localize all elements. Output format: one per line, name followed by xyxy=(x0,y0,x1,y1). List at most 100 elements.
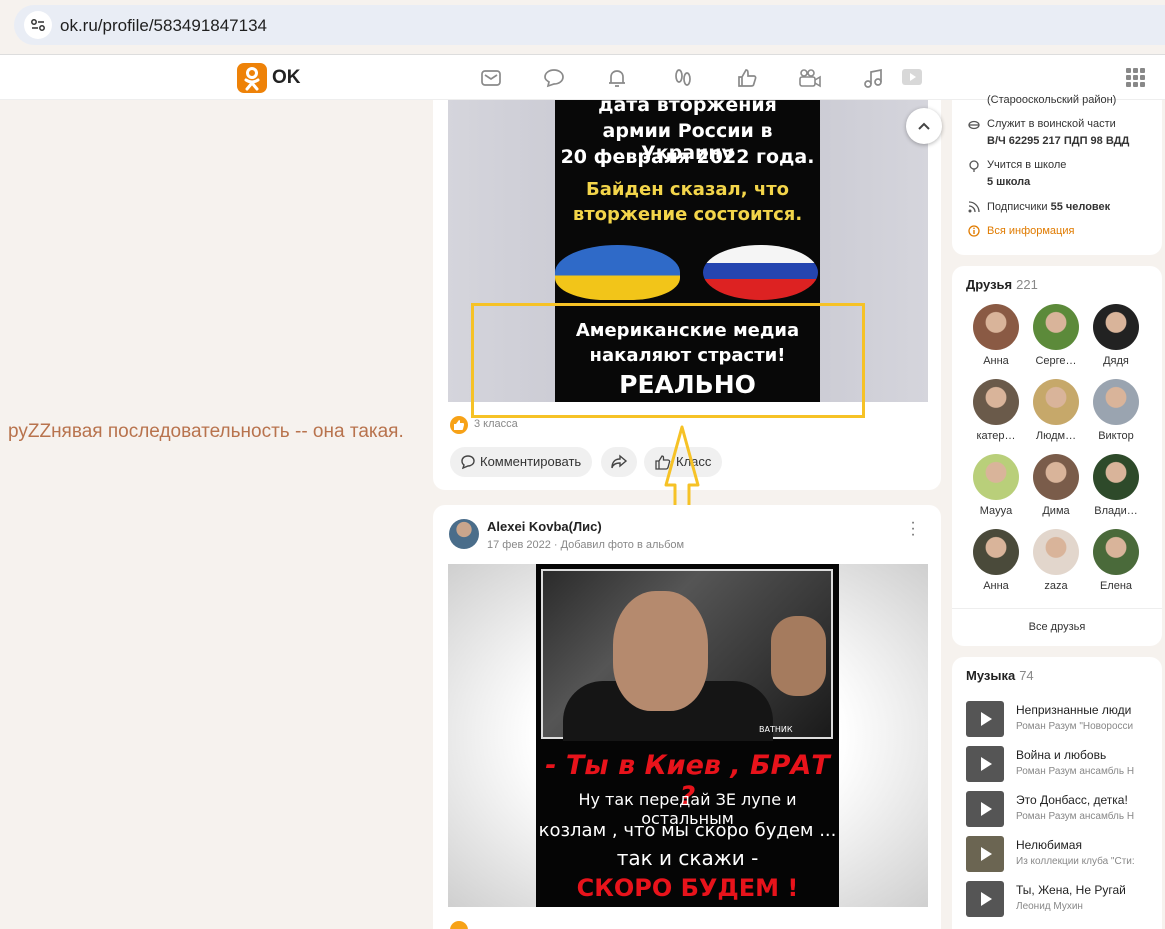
poster-line: вторжение состоится. xyxy=(572,204,803,225)
ukraine-glove-image xyxy=(555,245,680,300)
friend-item[interactable]: zaza xyxy=(1028,529,1084,592)
friend-avatar[interactable] xyxy=(1033,529,1079,575)
friend-name[interactable]: Анна xyxy=(968,355,1024,367)
friend-item[interactable]: катер… xyxy=(968,379,1024,442)
play-button[interactable] xyxy=(966,881,1004,917)
friend-name[interactable]: катер… xyxy=(968,430,1024,442)
friend-item[interactable]: Анна xyxy=(968,304,1024,367)
author-avatar[interactable] xyxy=(449,519,479,549)
share-button[interactable] xyxy=(601,447,637,477)
friend-avatar[interactable] xyxy=(1033,379,1079,425)
track-artist: Роман Разум ансамбль Н xyxy=(1016,811,1135,822)
friend-avatar[interactable] xyxy=(1033,304,1079,350)
friend-item[interactable]: Дядя xyxy=(1088,304,1144,367)
friend-item[interactable]: Виктор xyxy=(1088,379,1144,442)
all-friends-link[interactable]: Все друзья xyxy=(952,608,1162,633)
friend-name[interactable]: Виктор xyxy=(1088,430,1144,442)
followers-label: Подписчики xyxy=(987,201,1048,213)
music-count: 74 xyxy=(1019,668,1034,683)
friend-item[interactable]: Елена xyxy=(1088,529,1144,592)
bell-icon[interactable] xyxy=(606,67,628,89)
feed-post: Alexei Kovba(Лис) 17 фев 2022 · Добавил … xyxy=(433,505,941,929)
comment-icon xyxy=(461,455,475,470)
friend-avatar[interactable] xyxy=(1093,379,1139,425)
track-item[interactable]: Ты, Жена, Не Ругай Леонид Мухин xyxy=(966,881,1162,917)
friend-avatar[interactable] xyxy=(973,529,1019,575)
friend-name[interactable]: Влади… xyxy=(1088,505,1144,517)
friend-name[interactable]: Людм… xyxy=(1028,430,1084,442)
track-title: Война и любовь xyxy=(1016,748,1107,762)
more-options-icon[interactable]: · · · xyxy=(909,515,917,543)
friend-avatar[interactable] xyxy=(1093,304,1139,350)
friend-avatar[interactable] xyxy=(1093,454,1139,500)
play-icon[interactable] xyxy=(900,67,924,89)
friend-avatar[interactable] xyxy=(973,454,1019,500)
url-text[interactable]: ok.ru/profile/583491847134 xyxy=(60,16,267,36)
address-bar[interactable]: ok.ru/profile/583491847134 xyxy=(14,5,1165,45)
school-value[interactable]: 5 школа xyxy=(987,176,1030,188)
friend-name[interactable]: Мayya xyxy=(968,505,1024,517)
poster-line: так и скажи - xyxy=(616,846,759,870)
track-artist: Леонид Мухин xyxy=(1016,901,1083,912)
friend-name[interactable]: Анна xyxy=(968,580,1024,592)
all-info-link[interactable]: Вся информация xyxy=(987,225,1074,237)
author-name[interactable]: Alexei Kovba(Лис) xyxy=(487,519,602,534)
scroll-up-button[interactable] xyxy=(906,108,942,144)
comment-button[interactable]: Комментировать xyxy=(450,447,593,477)
track-item[interactable]: Война и любовь Роман Разум ансамбль Н xyxy=(966,746,1162,782)
friend-name[interactable]: zaza xyxy=(1028,580,1084,592)
logo-text[interactable]: OK xyxy=(272,67,301,89)
friend-name[interactable]: Серге… xyxy=(1028,355,1084,367)
face-shape xyxy=(613,591,708,711)
friend-name[interactable]: Дядя xyxy=(1088,355,1144,367)
poster: ВАТНИК - Ты в Киев , БРАТ ? Ну так перед… xyxy=(536,564,839,907)
track-item[interactable]: Непризнанные люди Роман Разум "Новоросси xyxy=(966,701,1162,737)
military-value[interactable]: В/Ч 62295 217 ПДП 98 ВДД xyxy=(987,135,1129,147)
ok-logo-icon[interactable] xyxy=(237,63,267,93)
track-artist: Из коллекции клуба "Сти: xyxy=(1016,856,1135,867)
friend-name[interactable]: Елена xyxy=(1088,580,1144,592)
poster-photo: ВАТНИК xyxy=(541,569,833,741)
guests-icon[interactable] xyxy=(672,67,694,89)
friend-item[interactable]: Влади… xyxy=(1088,454,1144,517)
track-item[interactable]: Нелюбимая Из коллекции клуба "Сти: xyxy=(966,836,1162,872)
mail-icon[interactable] xyxy=(480,67,502,89)
music-icon[interactable] xyxy=(862,67,884,89)
play-button[interactable] xyxy=(966,746,1004,782)
friend-item[interactable]: Серге… xyxy=(1028,304,1084,367)
friends-heading[interactable]: Друзья 221 xyxy=(966,277,1038,292)
friends-title: Друзья xyxy=(966,277,1013,292)
site-settings-icon[interactable] xyxy=(24,11,52,39)
friend-item[interactable]: Мayya xyxy=(968,454,1024,517)
friend-avatar[interactable] xyxy=(1033,454,1079,500)
friend-name[interactable]: Дима xyxy=(1028,505,1084,517)
track-artist: Роман Разум "Новоросси xyxy=(1016,721,1134,732)
track-artist: Роман Разум ансамбль Н xyxy=(1016,766,1135,777)
track-item[interactable]: Это Донбасс, детка! Роман Разум ансамбль … xyxy=(966,791,1162,827)
likes-count[interactable]: 3 класса xyxy=(474,418,518,430)
play-button[interactable] xyxy=(966,701,1004,737)
video-icon[interactable] xyxy=(798,67,821,89)
followers-text[interactable]: Подписчики 55 человек xyxy=(987,201,1110,213)
play-button[interactable] xyxy=(966,791,1004,827)
apps-grid-icon[interactable] xyxy=(1126,68,1146,88)
post-image[interactable]: ВАТНИК - Ты в Киев , БРАТ ? Ну так перед… xyxy=(448,564,928,907)
music-title: Музыка xyxy=(966,668,1016,683)
track-title: Непризнанные люди xyxy=(1016,703,1132,717)
friend-avatar[interactable] xyxy=(973,304,1019,350)
rss-icon xyxy=(968,201,980,213)
like-icon[interactable] xyxy=(736,67,758,89)
music-heading[interactable]: Музыка 74 xyxy=(966,668,1034,683)
hand-shape xyxy=(771,616,826,696)
play-button[interactable] xyxy=(966,836,1004,872)
poster-line: СКОРО БУДЕМ ! xyxy=(576,874,799,902)
post-date: 17 фев 2022 · Добавил фото в альбом xyxy=(487,539,685,551)
friend-avatar[interactable] xyxy=(1093,529,1139,575)
track-title: Ты, Жена, Не Ругай xyxy=(1016,883,1126,897)
friend-item[interactable]: Дима xyxy=(1028,454,1084,517)
chat-icon[interactable] xyxy=(543,67,565,89)
friend-avatar[interactable] xyxy=(973,379,1019,425)
poster-line: козлам , что мы скоро будем ... xyxy=(538,820,837,841)
friend-item[interactable]: Людм… xyxy=(1028,379,1084,442)
friend-item[interactable]: Анна xyxy=(968,529,1024,592)
